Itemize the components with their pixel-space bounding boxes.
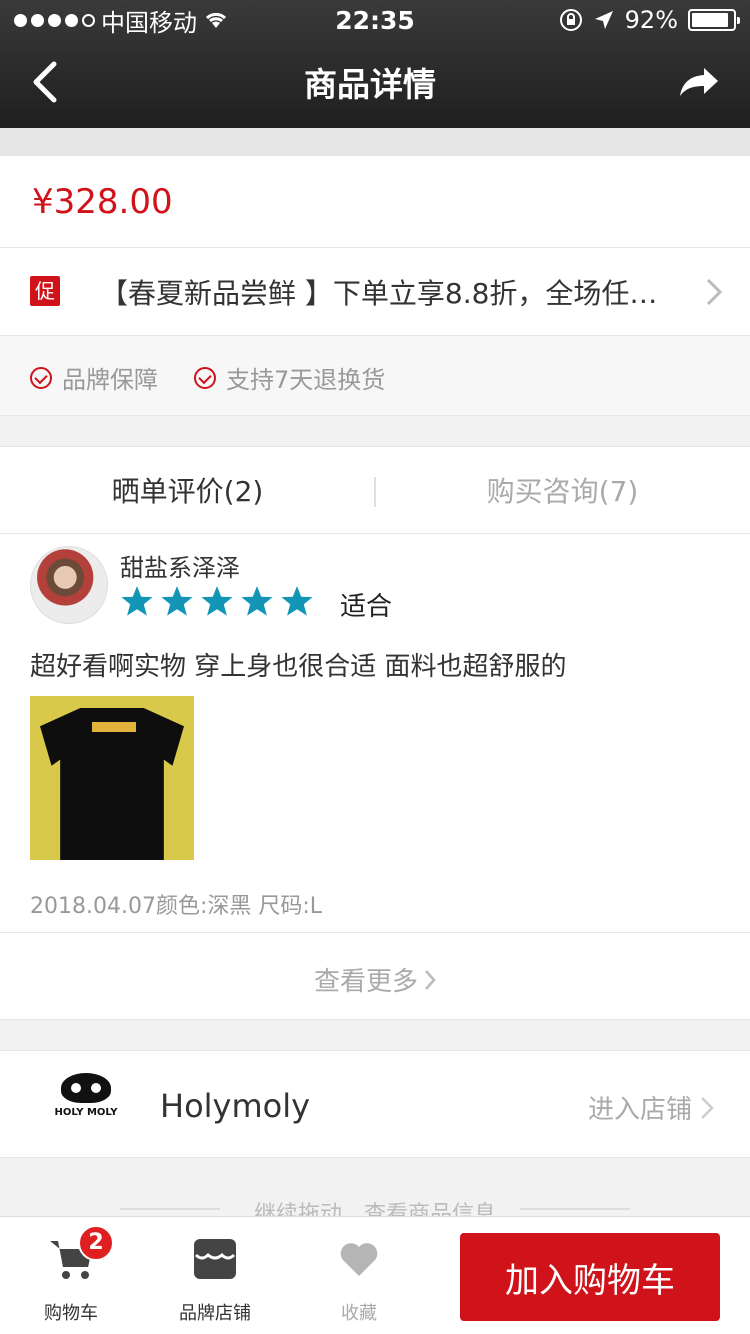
brand-store-tab[interactable]: 品牌店铺: [160, 1233, 270, 1325]
page-title: 商品详情: [304, 65, 436, 104]
price-section: ¥328.00: [0, 156, 750, 248]
store-name: Holymoly: [160, 1087, 311, 1125]
cart-tab[interactable]: 2 购物车: [16, 1225, 126, 1325]
location-icon: [594, 11, 613, 29]
view-more-button[interactable]: 查看更多: [314, 961, 436, 998]
review-item: 甜盐系泽泽 适合 超好看啊实物 穿上身也很合适 面料也超舒服的 2018.04.…: [0, 534, 750, 932]
view-more-label: 查看更多: [313, 967, 418, 997]
guarantee-label: 支持7天退换货: [226, 366, 386, 394]
guarantee-brand: 品牌保障: [30, 360, 158, 395]
guarantee-label: 品牌保障: [62, 366, 158, 394]
promo-text: 【春夏新品尝鲜 】下单立享8.8折，全场任…: [100, 277, 658, 310]
view-more-row[interactable]: 查看更多: [0, 932, 750, 1020]
chevron-right-icon: [706, 278, 722, 306]
continue-hint: 继续拖动，查看商品信息: [0, 1158, 750, 1227]
review-tabs: 晒单评价(2) 购买咨询(7): [0, 446, 750, 534]
heart-icon: [340, 1243, 378, 1276]
brand-store-label: 品牌店铺: [179, 1303, 251, 1324]
store-icon: [194, 1239, 236, 1279]
star-icon: [201, 586, 233, 616]
share-button[interactable]: [670, 52, 720, 112]
bottom-action-bar: 2 购物车 品牌店铺 收藏 加入购物车: [0, 1216, 750, 1334]
chevron-right-icon: [425, 969, 436, 990]
battery-icon: [688, 9, 740, 31]
store-logo: HOLY MOLY: [54, 1073, 118, 1137]
nav-bar: 商品详情: [0, 40, 750, 128]
rotation-lock-icon: [559, 9, 582, 31]
product-price: ¥328.00: [32, 182, 173, 222]
favorite-label: 收藏: [341, 1303, 377, 1324]
chevron-left-icon: [33, 61, 57, 103]
cart-label: 购物车: [44, 1303, 98, 1324]
rating-stars: [120, 584, 314, 618]
image-gallery-edge: [0, 128, 750, 156]
clock: 22:35: [335, 5, 415, 35]
check-circle-icon: [194, 366, 216, 389]
check-circle-icon: [30, 366, 52, 389]
chevron-right-icon: [701, 1096, 714, 1119]
enter-store-label: 进入店铺: [587, 1095, 692, 1125]
star-icon: [121, 586, 153, 616]
enter-store-button[interactable]: 进入店铺: [588, 1089, 714, 1126]
promo-badge: 促: [30, 276, 60, 306]
tab-divider: [374, 477, 376, 507]
review-meta: 2018.04.07颜色:深黑 尺码:L: [30, 894, 323, 919]
battery-percent: 92%: [624, 6, 678, 34]
signal-icon: [14, 13, 95, 27]
favorite-tab[interactable]: 收藏: [304, 1233, 414, 1325]
reviewer-name: 甜盐系泽泽: [120, 554, 240, 582]
promotion-row[interactable]: 促 【春夏新品尝鲜 】下单立享8.8折，全场任…: [0, 248, 750, 336]
status-bar: 中国移动 22:35 92%: [0, 0, 750, 40]
review-text: 超好看啊实物 穿上身也很合适 面料也超舒服的: [30, 652, 567, 682]
back-button[interactable]: [30, 52, 70, 112]
carrier-label: 中国移动: [101, 8, 197, 37]
star-icon: [161, 586, 193, 616]
store-row[interactable]: HOLY MOLY Holymoly 进入店铺: [0, 1050, 750, 1158]
tab-inquiries[interactable]: 购买咨询(7): [375, 470, 750, 510]
guarantee-row: 品牌保障 支持7天退换货: [0, 336, 750, 416]
review-photo[interactable]: [30, 696, 194, 860]
avatar: [30, 546, 108, 624]
fit-label: 适合: [340, 592, 393, 622]
star-icon: [241, 586, 273, 616]
add-to-cart-button[interactable]: 加入购物车: [460, 1233, 720, 1321]
top-bar: 中国移动 22:35 92% 商品详情: [0, 0, 750, 128]
wifi-icon: [205, 12, 227, 28]
guarantee-return: 支持7天退换货: [194, 360, 385, 395]
tab-reviews[interactable]: 晒单评价(2): [0, 470, 375, 510]
star-icon: [281, 586, 313, 616]
share-icon: [680, 68, 718, 96]
cart-count-badge: 2: [78, 1225, 114, 1261]
